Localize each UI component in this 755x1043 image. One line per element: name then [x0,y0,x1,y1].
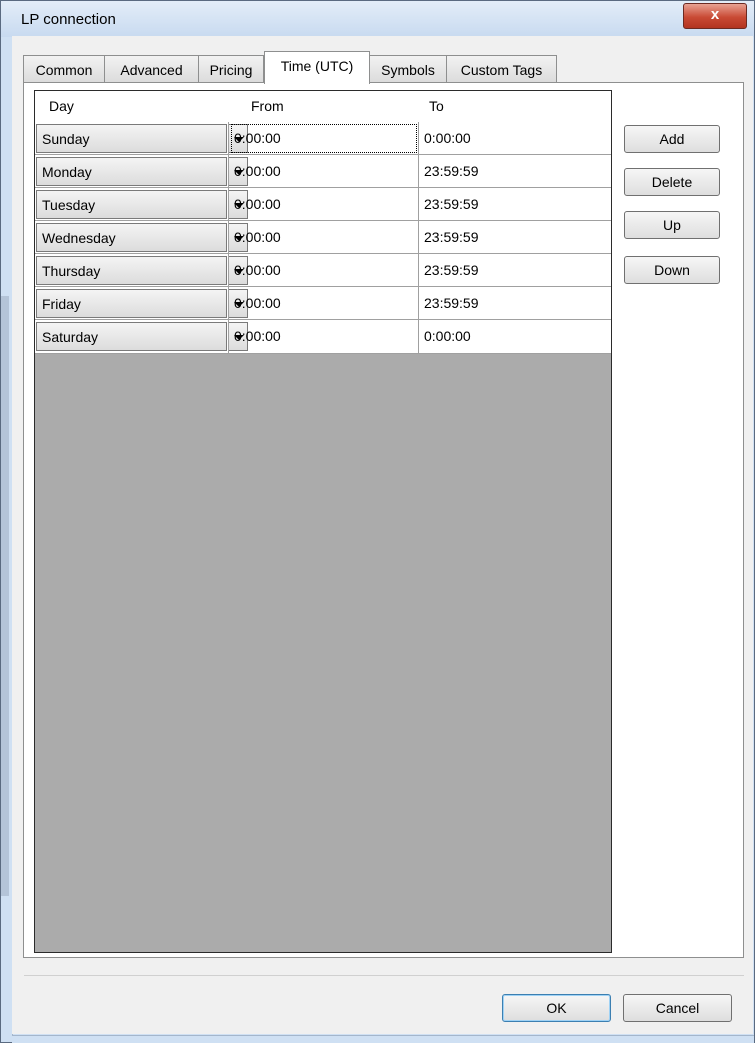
ok-button[interactable]: OK [502,994,611,1022]
tab-time-utc-label: Time (UTC) [280,58,354,74]
close-button[interactable]: x [683,3,747,29]
to-time-cell[interactable]: 23:59:59 [424,196,479,212]
column-header-day[interactable]: Day [49,91,74,122]
to-time-cell[interactable]: 23:59:59 [424,295,479,311]
cell-divider [228,155,229,188]
to-time-cell[interactable]: 0:00:00 [424,130,471,146]
day-select[interactable]: Friday [36,289,227,318]
day-select[interactable]: Saturday [36,322,227,351]
cell-divider [228,188,229,221]
table-row[interactable]: Friday 0:00:00 23:59:59 [35,287,611,320]
tab-symbols[interactable]: Symbols [369,55,447,82]
cell-divider [418,122,419,155]
title-bar[interactable]: LP connection x [1,1,754,37]
day-select[interactable]: Monday [36,157,227,186]
up-button[interactable]: Up [624,211,720,239]
from-time-cell[interactable]: 0:00:00 [234,229,281,245]
tab-time-utc[interactable]: Time (UTC) [264,51,370,84]
tab-custom-tags[interactable]: Custom Tags [446,55,557,82]
tab-advanced[interactable]: Advanced [104,55,199,82]
tab-advanced-label: Advanced [120,62,183,78]
day-select[interactable]: Thursday [36,256,227,285]
from-time-cell[interactable]: 0:00:00 [234,196,281,212]
column-header-from[interactable]: From [251,91,284,122]
cell-divider [228,254,229,287]
table-row[interactable]: Saturday 0:00:00 0:00:00 [35,320,611,354]
tab-pricing[interactable]: Pricing [198,55,264,82]
day-value: Thursday [42,263,101,279]
close-icon: x [710,6,720,23]
window-left-frame-shadow [1,296,9,896]
tab-pricing-label: Pricing [209,62,253,78]
column-header-to[interactable]: To [429,91,444,122]
to-time-cell[interactable]: 23:59:59 [424,163,479,179]
from-time-cell[interactable]: 0:00:00 [234,328,281,344]
from-time-cell[interactable]: 0:00:00 [234,163,281,179]
day-select[interactable]: Tuesday [36,190,227,219]
window-title: LP connection [21,11,116,28]
from-time-cell[interactable]: 0:00:00 [234,295,281,311]
tab-custom-tags-label: Custom Tags [460,62,543,78]
delete-button[interactable]: Delete [624,168,720,196]
tab-symbols-label: Symbols [381,62,435,78]
cancel-button[interactable]: Cancel [623,994,732,1022]
tab-common[interactable]: Common [23,55,105,82]
table-row[interactable]: Thursday 0:00:00 23:59:59 [35,254,611,287]
tab-common-label: Common [35,62,93,78]
cell-divider [418,188,419,221]
cell-divider [228,287,229,320]
cell-divider [228,221,229,254]
footer-separator [24,975,744,976]
day-select[interactable]: Sunday [36,124,227,153]
table-row[interactable]: Tuesday 0:00:00 23:59:59 [35,188,611,221]
day-value: Wednesday [42,230,116,246]
day-value: Sunday [42,131,90,147]
cell-divider [418,254,419,287]
cell-divider [228,320,229,353]
day-value: Tuesday [42,197,96,213]
cell-divider [228,122,229,155]
to-time-cell[interactable]: 0:00:00 [424,328,471,344]
cell-divider [418,155,419,188]
down-button[interactable]: Down [624,256,720,284]
cell-divider [418,287,419,320]
cell-divider [418,221,419,254]
day-value: Friday [42,296,81,312]
from-time-cell[interactable]: 0:00:00 [234,262,281,278]
from-time-cell[interactable]: 0:00:00 [234,130,281,146]
to-time-cell[interactable]: 23:59:59 [424,262,479,278]
cell-divider [418,320,419,353]
day-value: Monday [42,164,92,180]
table-row[interactable]: Monday 0:00:00 23:59:59 [35,155,611,188]
add-button[interactable]: Add [624,125,720,153]
window-bottom-frame [12,1035,754,1043]
table-row[interactable]: Wednesday 0:00:00 23:59:59 [35,221,611,254]
table-row[interactable]: Sunday 0:00:00 0:00:00 [35,122,611,155]
to-time-cell[interactable]: 23:59:59 [424,229,479,245]
day-value: Saturday [42,329,99,345]
grid-header-row: Day From To [35,91,611,123]
day-select[interactable]: Wednesday [36,223,227,252]
